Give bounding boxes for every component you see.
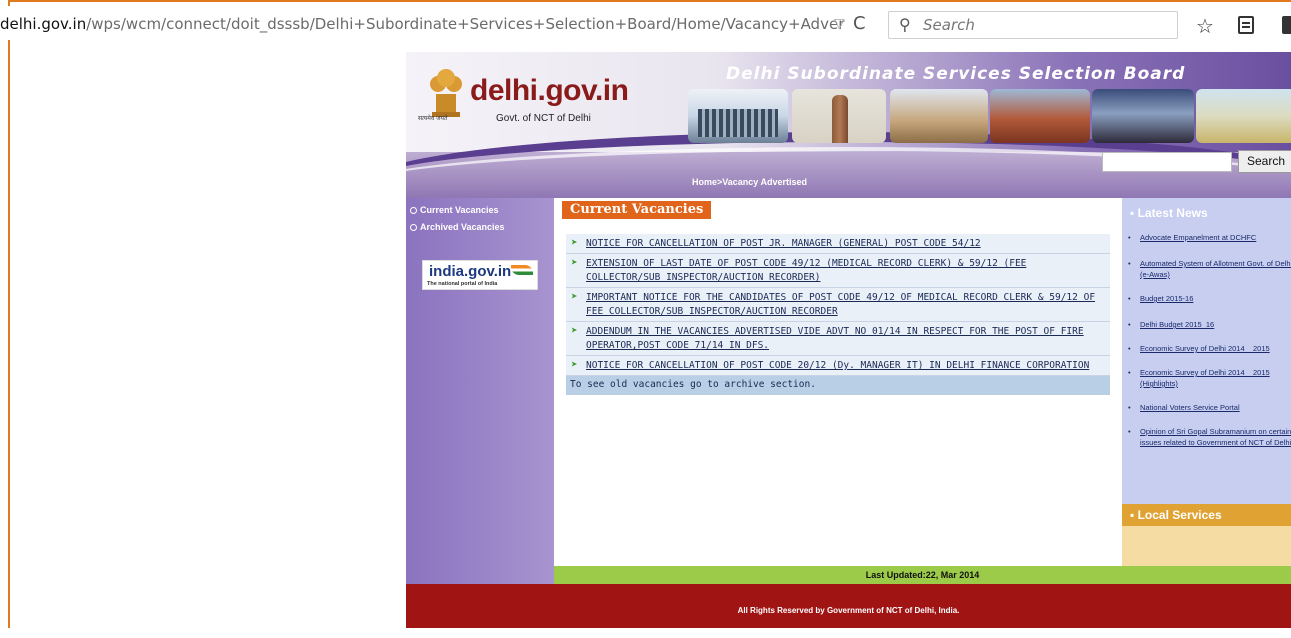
banner-photo-red-fort <box>990 89 1090 143</box>
right-column: ▪ Latest News Advocate Empanelment at DC… <box>1122 198 1291 566</box>
arrow-right-icon: ➤ <box>571 256 578 269</box>
browser-toolbar: delhi.gov.in/wps/wcm/connect/doit_dsssb/… <box>0 6 1291 40</box>
emblem-motto: सत्यमेव जयते <box>418 115 448 122</box>
site-header-banner: सत्यमेव जयते delhi.gov.in Govt. of NCT o… <box>406 52 1291 198</box>
news-item[interactable]: Economic Survey of Delhi 2014 _ 2015 (Hi… <box>1126 367 1291 389</box>
latest-news-heading: ▪ Latest News <box>1130 206 1208 220</box>
notice-item[interactable]: ➤ EXTENSION OF LAST DATE OF POST CODE 49… <box>566 254 1110 288</box>
notice-link[interactable]: IMPORTANT NOTICE FOR THE CANDIDATES OF P… <box>586 292 1095 317</box>
reading-list-icon[interactable] <box>1238 16 1254 34</box>
notice-link[interactable]: ADDENDUM IN THE VACANCIES ADVERTISED VID… <box>586 326 1084 351</box>
bullet-icon <box>410 224 417 232</box>
site-logo-title[interactable]: delhi.gov.in <box>470 74 629 108</box>
local-services-heading: ▪ Local Services <box>1122 504 1291 526</box>
news-item[interactable]: Economic Survey of Delhi 2014 _ 2015 <box>1126 343 1291 354</box>
sidebar-item-archived-vacancies[interactable]: Archived Vacancies <box>410 222 505 232</box>
address-bar[interactable]: delhi.gov.in/wps/wcm/connect/doit_dsssb/… <box>0 10 880 38</box>
news-list: Advocate Empanelment at DCHFC Automated … <box>1126 232 1291 448</box>
pocket-icon[interactable] <box>1282 16 1291 34</box>
url-path: /wps/wcm/connect/doit_dsssb/Delhi+Subord… <box>86 15 845 33</box>
copyright-footer: All Rights Reserved by Government of NCT… <box>406 584 1291 628</box>
notice-item[interactable]: ➤ NOTICE FOR CANCELLATION OF POST CODE 2… <box>566 356 1110 376</box>
url-host: delhi.gov.in <box>0 15 87 33</box>
sidebar-item-label: Current Vacancies <box>420 205 499 215</box>
india-portal-title: india.gov.in <box>429 263 512 280</box>
local-services-panel <box>1122 526 1291 566</box>
notice-list: ➤ NOTICE FOR CANCELLATION OF POST JR. MA… <box>566 234 1110 395</box>
archive-note: To see old vacancies go to archive secti… <box>566 376 1110 395</box>
news-item[interactable]: Budget 2015-16 <box>1126 293 1291 304</box>
url-history-dropdown-icon[interactable]: ▽ <box>834 10 850 38</box>
arrow-right-icon: ➤ <box>571 236 578 249</box>
notice-link[interactable]: NOTICE FOR CANCELLATION OF POST CODE 20/… <box>586 360 1089 371</box>
site-page: सत्यमेव जयते delhi.gov.in Govt. of NCT o… <box>406 52 1291 628</box>
site-logo-subtitle: Govt. of NCT of Delhi <box>496 113 591 124</box>
india-gov-portal-link[interactable]: india.gov.in The national portal of Indi… <box>422 260 538 290</box>
banner-photo-building <box>688 89 788 143</box>
left-navigation: Current Vacancies Archived Vacancies ind… <box>406 198 554 584</box>
breadcrumb[interactable]: Home>Vacancy Advertised <box>692 177 807 187</box>
arrow-right-icon: ➤ <box>571 290 578 303</box>
search-icon: ⚲ <box>899 15 911 34</box>
notice-item[interactable]: ➤ IMPORTANT NOTICE FOR THE CANDIDATES OF… <box>566 288 1110 322</box>
news-item[interactable]: Opinion of Sri Gopal Subramanium on cert… <box>1126 426 1291 448</box>
latest-news-title: Latest News <box>1137 206 1208 220</box>
bullet-icon <box>410 207 417 215</box>
india-portal-subtitle: The national portal of India <box>427 281 498 287</box>
section-title: Current Vacancies <box>562 201 712 219</box>
news-item[interactable]: Automated System of Allotment Govt. of D… <box>1126 258 1291 280</box>
news-item[interactable]: Delhi Budget 2015_16 <box>1126 319 1291 330</box>
sidebar-item-label: Archived Vacancies <box>420 222 505 232</box>
arrow-right-icon: ➤ <box>571 358 578 371</box>
notice-item[interactable]: ➤ NOTICE FOR CANCELLATION OF POST JR. MA… <box>566 234 1110 254</box>
site-search-input[interactable] <box>1102 152 1232 172</box>
notice-link[interactable]: NOTICE FOR CANCELLATION OF POST JR. MANA… <box>586 238 981 249</box>
local-services-title: Local Services <box>1137 508 1222 522</box>
site-search-button[interactable]: Search <box>1238 150 1291 173</box>
reload-icon[interactable]: C <box>853 10 875 38</box>
banner-photo-qutub-minar <box>792 89 886 143</box>
browser-search-input[interactable]: ⚲ Search <box>888 11 1178 39</box>
board-title: Delhi Subordinate Services Selection Boa… <box>726 64 1186 84</box>
notice-link[interactable]: EXTENSION OF LAST DATE OF POST CODE 49/1… <box>586 258 1026 283</box>
search-placeholder: Search <box>923 16 975 34</box>
banner-photo-lotus-temple <box>1196 89 1291 143</box>
last-updated-bar: Last Updated:22, Mar 2014 <box>554 566 1291 584</box>
arrow-right-icon: ➤ <box>571 324 578 337</box>
banner-photo-parliament <box>890 89 988 143</box>
news-item[interactable]: National Voters Service Portal <box>1126 402 1291 413</box>
notice-item[interactable]: ➤ ADDENDUM IN THE VACANCIES ADVERTISED V… <box>566 322 1110 356</box>
ashoka-emblem-icon <box>430 69 462 117</box>
bookmark-star-icon[interactable]: ☆ <box>1196 14 1214 38</box>
banner-photo-india-gate <box>1092 89 1194 143</box>
main-content: Current Vacancies ➤ NOTICE FOR CANCELLAT… <box>554 198 1122 566</box>
sidebar-item-current-vacancies[interactable]: Current Vacancies <box>410 205 499 215</box>
news-item[interactable]: Advocate Empanelment at DCHFC <box>1126 232 1291 243</box>
flag-icon <box>511 265 533 275</box>
